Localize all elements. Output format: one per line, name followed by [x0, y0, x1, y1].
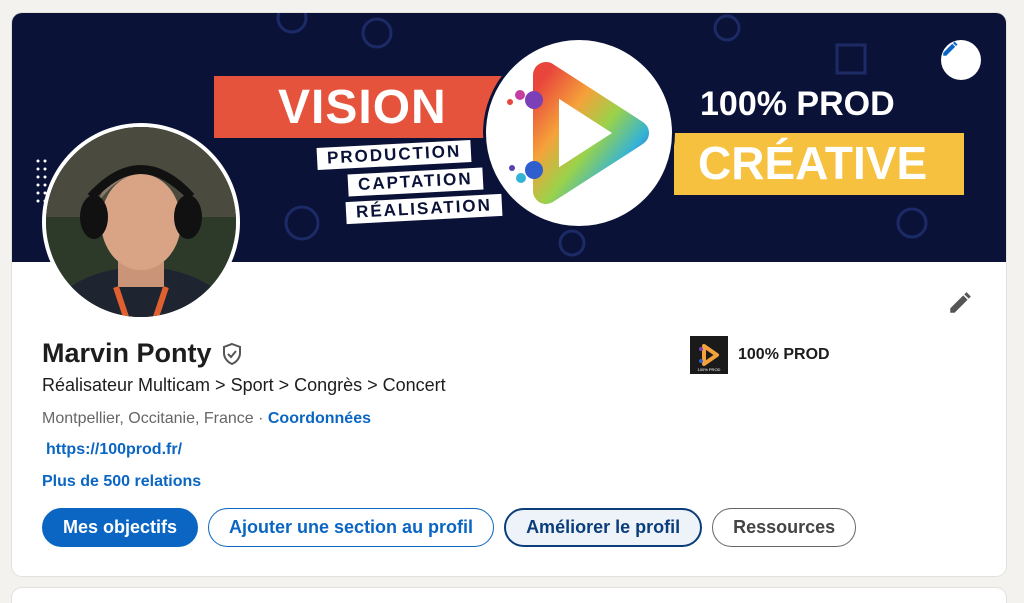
relations-link[interactable]: Plus de 500 relations	[42, 473, 201, 491]
prod-text: 100% PROD	[700, 85, 895, 123]
next-section-card	[12, 588, 1006, 603]
current-company[interactable]: 100% PROD 100% PROD	[690, 336, 830, 374]
edit-profile-button[interactable]	[945, 288, 975, 318]
goals-button[interactable]: Mes objectifs	[42, 508, 199, 547]
profile-location: Montpellier, Occitanie, France · Coordon…	[42, 410, 371, 428]
add-section-button[interactable]: Ajouter une section au profil	[208, 508, 495, 547]
play-logo-icon	[507, 62, 649, 204]
edit-banner-button[interactable]	[941, 40, 981, 80]
company-logo-text: 100% PROD	[698, 367, 721, 372]
profile-name: Marvin Ponty	[42, 338, 244, 369]
improve-profile-button[interactable]: Améliorer le profil	[504, 508, 703, 547]
company-name: 100% PROD	[738, 346, 830, 363]
profile-avatar[interactable]	[42, 123, 240, 321]
location-text: Montpellier, Occitanie, France	[42, 410, 254, 427]
profile-actions: Mes objectifs Ajouter une section au pro…	[42, 508, 857, 547]
brand-logo	[483, 37, 675, 229]
contact-info-link[interactable]: Coordonnées	[268, 410, 371, 427]
resources-button[interactable]: Ressources	[712, 508, 857, 547]
avatar-photo	[46, 127, 236, 317]
profile-name-text: Marvin Ponty	[42, 338, 212, 368]
pencil-icon	[943, 41, 958, 56]
website-link[interactable]: https://100prod.fr/	[46, 441, 182, 459]
pencil-icon	[950, 292, 971, 313]
profile-headline: Réalisateur Multicam > Sport > Congrès >…	[42, 375, 446, 395]
shield-check-icon[interactable]	[220, 342, 244, 366]
person-photo	[46, 127, 236, 317]
company-logo: 100% PROD	[690, 336, 728, 374]
play-logo-icon: 100% PROD	[698, 344, 721, 372]
creative-text: CRÉATIVE	[698, 137, 928, 189]
location-separator: ·	[253, 410, 268, 427]
vision-text: VISION	[278, 81, 447, 134]
profile-card: VISION PRODUCTION CAPTATION RÉALISATION …	[12, 13, 1006, 576]
